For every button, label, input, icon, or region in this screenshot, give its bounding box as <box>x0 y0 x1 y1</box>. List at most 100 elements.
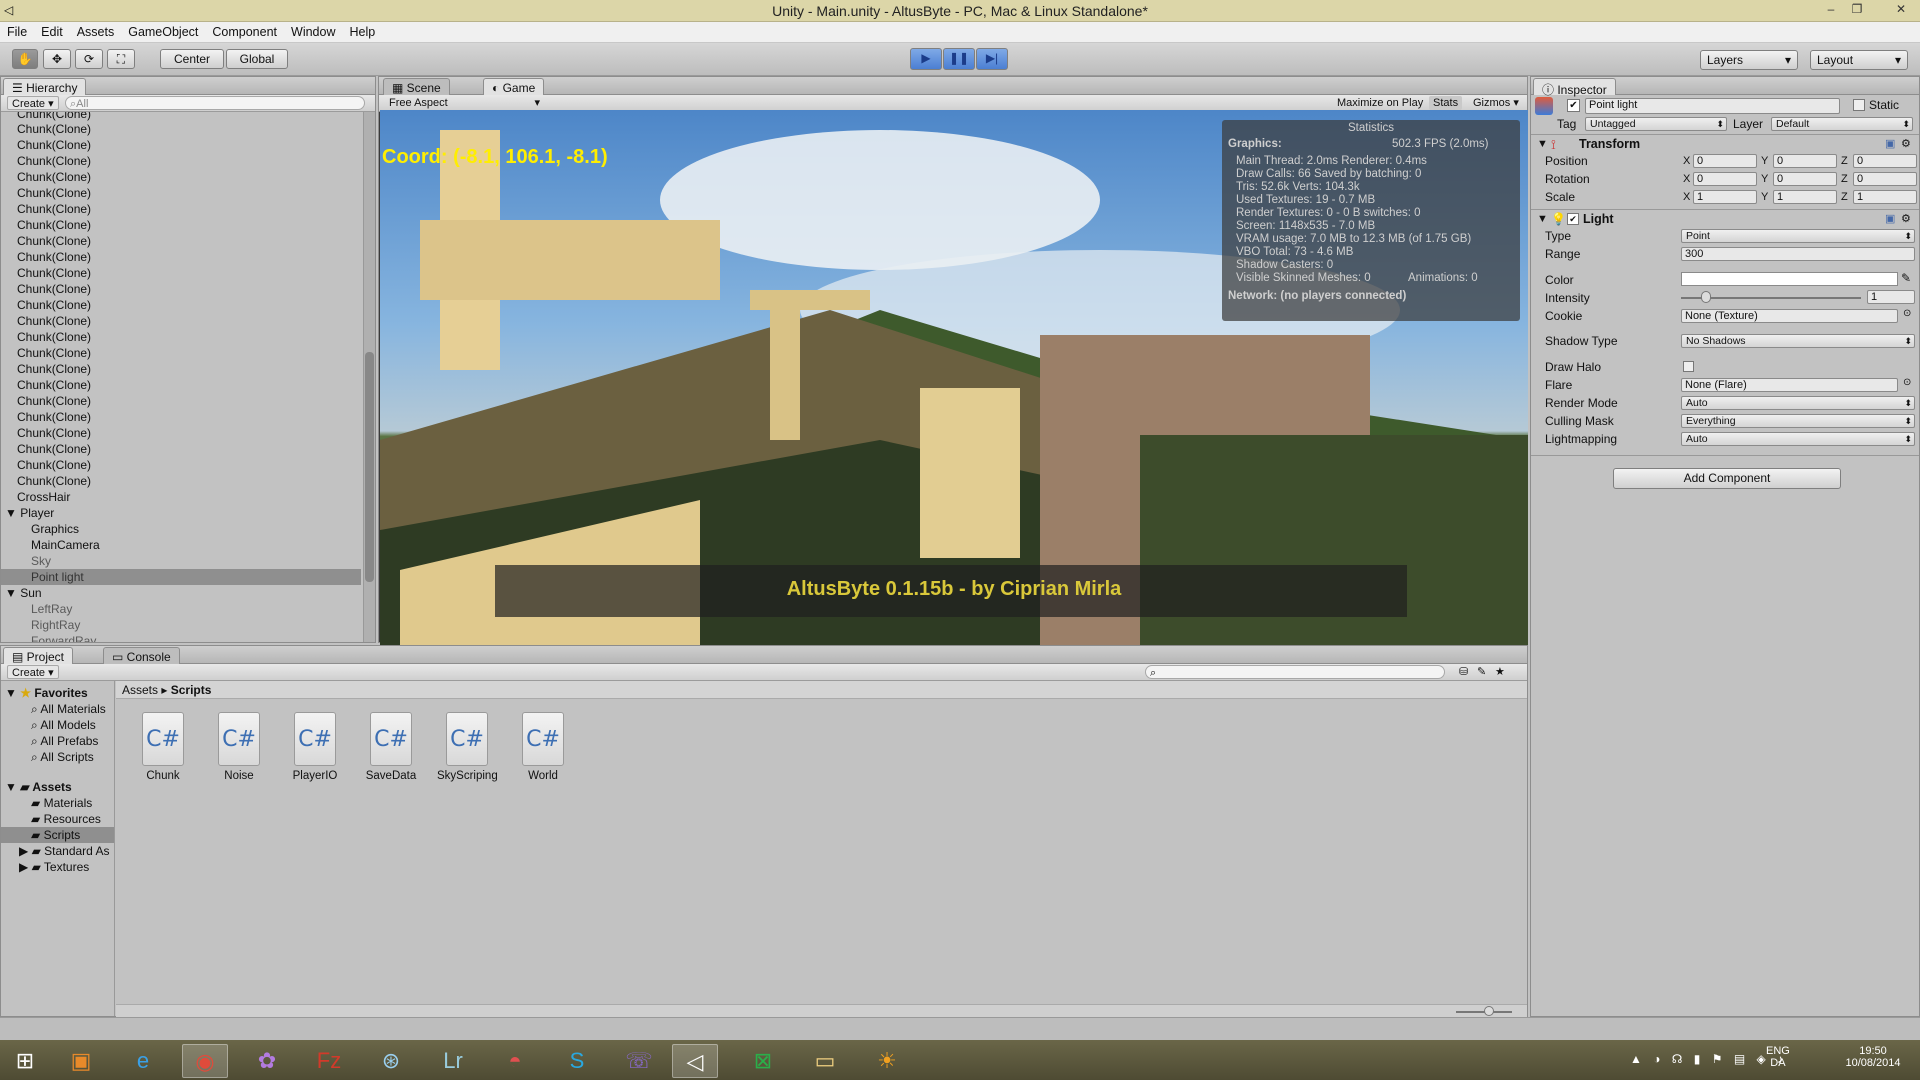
draw-halo-checkbox[interactable] <box>1683 361 1694 372</box>
messenger-icon[interactable]: ✿ <box>244 1044 290 1078</box>
hierarchy-item[interactable]: Chunk(Clone) <box>1 217 361 233</box>
gear-icon[interactable]: ⚙ <box>1901 137 1911 150</box>
layers-dropdown[interactable]: Layers ▾ <box>1700 50 1798 70</box>
expand-arrow-icon[interactable]: ▼ <box>5 586 17 600</box>
shadow-type-dropdown[interactable]: No Shadows <box>1681 334 1915 348</box>
tab-hierarchy[interactable]: ☰ Hierarchy <box>3 78 87 95</box>
cookie-field[interactable]: None (Texture) <box>1681 309 1898 323</box>
hierarchy-item-leftray[interactable]: LeftRay <box>1 601 361 617</box>
skype-icon[interactable]: S <box>554 1044 600 1078</box>
hierarchy-item-maincamera[interactable]: MainCamera <box>1 537 361 553</box>
folder-standard-assets[interactable]: ▶ ▰ Standard As <box>1 843 110 859</box>
system-tray-icons[interactable]: ▲ ◑ ☊ ▮ ⚑ ▤ ◈ ♪ <box>1630 1052 1787 1066</box>
hierarchy-item[interactable]: Chunk(Clone) <box>1 473 361 489</box>
taskbar-clock[interactable]: 19:50 10/08/2014 <box>1838 1045 1908 1069</box>
filter-type-icon[interactable]: ⛁ <box>1459 665 1468 678</box>
scale-tool-icon[interactable]: ⛶ <box>107 49 135 69</box>
tab-console[interactable]: ▭ Console <box>103 647 180 664</box>
scale-y-field[interactable]: 1 <box>1773 190 1837 204</box>
hierarchy-item[interactable]: Chunk(Clone) <box>1 425 361 441</box>
hierarchy-item-graphics[interactable]: Graphics <box>1 521 361 537</box>
create-dropdown[interactable]: Create ▾ <box>7 665 59 679</box>
maximize-button[interactable]: ❐ <box>1846 2 1868 18</box>
file-explorer-icon[interactable]: ▭ <box>802 1044 848 1078</box>
folder-scripts[interactable]: ▰ Scripts <box>1 827 114 843</box>
layer-dropdown[interactable]: Default <box>1771 117 1913 131</box>
hierarchy-item[interactable]: Chunk(Clone) <box>1 297 361 313</box>
tab-project[interactable]: ▤ Project <box>3 647 74 664</box>
hierarchy-item[interactable]: Chunk(Clone) <box>1 377 361 393</box>
viber-icon[interactable]: ☏ <box>616 1044 662 1078</box>
hierarchy-item[interactable]: Chunk(Clone) <box>1 345 361 361</box>
scrollbar-thumb[interactable] <box>365 352 374 582</box>
filezilla-icon[interactable]: Fz <box>306 1044 352 1078</box>
icon-size-slider-thumb[interactable] <box>1484 1006 1494 1016</box>
hierarchy-item[interactable]: Chunk(Clone) <box>1 201 361 217</box>
hierarchy-item-sky[interactable]: Sky <box>1 553 361 569</box>
folder-resources[interactable]: ▰ Resources <box>1 811 101 827</box>
hierarchy-item[interactable]: Chunk(Clone) <box>1 265 361 281</box>
hierarchy-item-point-light[interactable]: Point light <box>1 569 361 585</box>
create-dropdown[interactable]: Create ▾ <box>7 96 59 110</box>
filter-label-icon[interactable]: ✎ <box>1477 665 1486 678</box>
menu-help[interactable]: Help <box>342 22 382 39</box>
windows-start-icon[interactable]: ⊞ <box>2 1044 48 1078</box>
asset-world[interactable]: C# World <box>513 712 573 782</box>
object-name-input[interactable]: Point light <box>1585 98 1840 114</box>
menu-component[interactable]: Component <box>205 22 284 39</box>
asset-skyscriping[interactable]: C# SkyScriping <box>437 712 498 782</box>
menu-edit[interactable]: Edit <box>34 22 70 39</box>
menu-window[interactable]: Window <box>284 22 342 39</box>
game-viewport[interactable]: Coord: (-8.1, 106.1, -8.1) AltusByte 0.1… <box>380 110 1528 645</box>
weather-app-icon[interactable]: ☀ <box>864 1044 910 1078</box>
hierarchy-item-player[interactable]: ▼ Player <box>1 505 361 521</box>
hand-tool-icon[interactable]: ✋ <box>12 49 38 69</box>
maximize-on-play-toggle[interactable]: Maximize on Play <box>1333 96 1427 110</box>
flare-field[interactable]: None (Flare) <box>1681 378 1898 392</box>
object-picker-icon[interactable]: ⊙ <box>1903 308 1911 319</box>
expand-arrow-icon[interactable]: ▼ <box>5 506 17 520</box>
assets-root-folder[interactable]: ▼ ▰ Assets <box>1 779 100 795</box>
store-icon[interactable]: ⊠ <box>740 1044 786 1078</box>
breadcrumb-assets[interactable]: Assets <box>122 683 158 697</box>
tab-game[interactable]: ◐ Game <box>483 78 545 95</box>
position-y-field[interactable]: 0 <box>1773 154 1837 168</box>
breadcrumb-scripts[interactable]: Scripts <box>171 683 212 697</box>
color-swatch[interactable] <box>1681 272 1898 286</box>
range-field[interactable]: 300 <box>1681 247 1915 261</box>
tab-inspector[interactable]: ⓘ Inspector <box>1533 78 1616 97</box>
eyedropper-icon[interactable]: ✎ <box>1901 271 1911 285</box>
internet-explorer-icon[interactable]: e <box>120 1044 166 1078</box>
hierarchy-item[interactable]: Chunk(Clone) <box>1 457 361 473</box>
favorites-header[interactable]: ▼ ★ Favorites <box>1 685 100 701</box>
favorite-all-models[interactable]: ⌕ All Models <box>1 717 100 733</box>
gizmos-dropdown[interactable]: Gizmos ▾ <box>1469 96 1523 110</box>
project-search-input[interactable]: ⌕ <box>1145 665 1445 679</box>
rotation-z-field[interactable]: 0 <box>1853 172 1917 186</box>
media-app-icon[interactable]: ▣ <box>58 1044 104 1078</box>
position-z-field[interactable]: 0 <box>1853 154 1917 168</box>
folder-textures[interactable]: ▶ ▰ Textures <box>1 859 100 875</box>
play-button[interactable]: ▶ <box>910 48 942 70</box>
rotation-y-field[interactable]: 0 <box>1773 172 1837 186</box>
object-picker-icon[interactable]: ⊙ <box>1903 377 1911 388</box>
close-button[interactable]: ✕ <box>1890 2 1912 18</box>
aspect-dropdown[interactable]: Free Aspect ▾ <box>385 96 540 110</box>
asset-savedata[interactable]: C# SaveData <box>361 712 421 782</box>
rotation-x-field[interactable]: 0 <box>1693 172 1757 186</box>
folder-materials[interactable]: ▰ Materials <box>1 795 100 811</box>
help-icon[interactable]: ▣ <box>1885 212 1895 225</box>
lightmapping-dropdown[interactable]: Auto <box>1681 432 1915 446</box>
favorite-star-icon[interactable]: ★ <box>1495 665 1505 678</box>
hierarchy-item[interactable]: Chunk(Clone) <box>1 441 361 457</box>
pause-button[interactable]: ❚❚ <box>943 48 975 70</box>
menu-gameobject[interactable]: GameObject <box>121 22 205 39</box>
tag-dropdown[interactable]: Untagged <box>1585 117 1727 131</box>
hierarchy-item[interactable]: Chunk(Clone) <box>1 313 361 329</box>
scale-x-field[interactable]: 1 <box>1693 190 1757 204</box>
scale-z-field[interactable]: 1 <box>1853 190 1917 204</box>
hierarchy-item-sun[interactable]: ▼ Sun <box>1 585 361 601</box>
active-checkbox[interactable]: ✔ <box>1567 99 1580 112</box>
chrome-icon[interactable]: ◉ <box>182 1044 228 1078</box>
hierarchy-item[interactable]: Chunk(Clone) <box>1 153 361 169</box>
